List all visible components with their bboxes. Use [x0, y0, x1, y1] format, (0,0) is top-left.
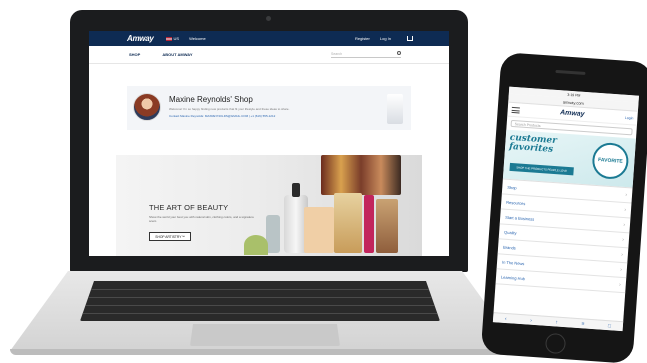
laptop-screen: Amway US Welcome Register Log In SHOP AB… — [89, 31, 449, 256]
chevron-right-icon: › — [622, 236, 625, 244]
cart-icon[interactable] — [407, 36, 413, 41]
register-link[interactable]: Register — [355, 36, 370, 41]
browser-toolbar: ‹ › ↑ ≡ □ — [492, 312, 624, 332]
keyboard — [80, 281, 440, 321]
smartphone: 3:19 PM amway.com Amway Login Search Pro… — [480, 52, 647, 363]
share-icon[interactable]: ↑ — [555, 319, 558, 325]
shop-title: Maxine Reynolds' Shop — [169, 95, 253, 104]
amway-logo[interactable]: Amway — [560, 109, 585, 118]
shop-artistry-button[interactable]: SHOP ARTISTRY™ — [149, 232, 191, 241]
shop-description: Welcome! I'm so happy finding new produc… — [169, 107, 290, 111]
welcome-text: Welcome — [189, 36, 206, 41]
product-image — [304, 207, 334, 253]
favorites-banner[interactable]: customer favorites SHOP THE PRODUCTS PEO… — [502, 129, 637, 189]
search-placeholder: Search — [331, 51, 343, 56]
bookmarks-icon[interactable]: ≡ — [581, 321, 584, 327]
us-flag-icon[interactable] — [165, 36, 172, 41]
region-selector[interactable]: US — [174, 36, 180, 41]
product-image — [334, 193, 362, 253]
chevron-right-icon: › — [619, 266, 623, 273]
nav-shop[interactable]: SHOP — [129, 52, 140, 57]
phone-screen: 3:19 PM amway.com Amway Login Search Pro… — [492, 86, 640, 332]
product-image — [364, 195, 374, 253]
mobile-menu: Shop › Resources › Start a Business › Quali… — [495, 179, 633, 294]
hero-description: Show the world your best you with natura… — [149, 215, 254, 223]
nav-about[interactable]: ABOUT AMWAY — [162, 52, 192, 57]
back-icon[interactable]: ‹ — [505, 315, 507, 321]
hero-banner: THE ART OF BEAUTY Show the world your be… — [116, 155, 422, 256]
site-top-bar: Amway US Welcome Register Log In — [89, 31, 449, 46]
home-button[interactable] — [544, 332, 567, 355]
product-image — [387, 94, 403, 124]
avatar — [133, 93, 161, 121]
laptop-front-edge — [10, 349, 520, 355]
search-icon[interactable] — [397, 50, 401, 55]
product-image — [292, 183, 300, 197]
tabs-icon[interactable]: □ — [608, 323, 611, 329]
banner-subtitle: SHOP THE PRODUCTS PEOPLE LOVE — [509, 162, 574, 176]
chevron-right-icon: › — [624, 207, 627, 214]
product-image — [321, 155, 401, 195]
shop-owner-card: Maxine Reynolds' Shop Welcome! I'm so ha… — [127, 86, 411, 130]
product-image — [376, 199, 398, 253]
forward-icon[interactable]: › — [530, 317, 532, 323]
chevron-right-icon: › — [620, 251, 624, 259]
chevron-right-icon: › — [618, 281, 621, 288]
shop-contact[interactable]: Contact Maxine Reynolds: MAXREYNOLDS@GMA… — [169, 114, 339, 118]
chevron-right-icon: › — [623, 221, 626, 229]
plant-decoration — [244, 235, 268, 255]
chevron-right-icon: › — [625, 192, 628, 199]
amway-logo[interactable]: Amway — [127, 34, 154, 43]
site-nav: SHOP ABOUT AMWAY Search — [89, 46, 449, 64]
phone-speaker — [555, 69, 586, 75]
laptop-camera — [266, 16, 271, 21]
favorite-badge: FAVORITE — [591, 141, 630, 181]
banner-title: customer favorites — [508, 132, 558, 155]
login-link[interactable]: Login — [625, 115, 634, 120]
search-input[interactable]: Search — [331, 50, 401, 58]
product-image — [266, 215, 280, 253]
search-placeholder: Search Products — [514, 121, 541, 128]
device-mockup: Amway US Welcome Register Log In SHOP AB… — [0, 0, 647, 363]
hero-title: THE ART OF BEAUTY — [149, 203, 229, 212]
login-link[interactable]: Log In — [380, 36, 391, 41]
hamburger-menu-icon[interactable] — [511, 106, 520, 113]
trackpad — [190, 324, 340, 346]
